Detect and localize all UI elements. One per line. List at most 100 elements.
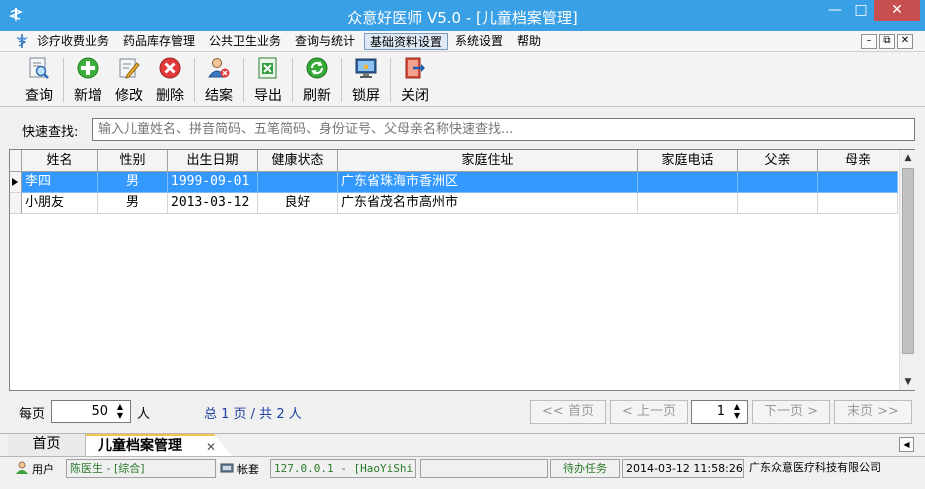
cell-home-phone[interactable] bbox=[638, 172, 738, 193]
cell-gender[interactable]: 男 bbox=[98, 172, 168, 193]
quick-search-input[interactable] bbox=[92, 118, 915, 141]
account-label: 帐套 bbox=[237, 463, 259, 476]
lock-screen-button[interactable]: 锁屏 bbox=[342, 56, 390, 106]
per-page-value[interactable]: 50 bbox=[91, 404, 108, 419]
toolbar: 查询 新增 修改 删除 结案 导出 刷新 锁屏 关闭 bbox=[0, 52, 925, 107]
grid-header: 姓名 性别 出生日期 健康状态 家庭住址 家庭电话 父亲 母亲 bbox=[10, 150, 898, 172]
delete-button[interactable]: 删除 bbox=[146, 56, 194, 106]
export-button[interactable]: 导出 bbox=[244, 56, 292, 106]
cell-mother[interactable] bbox=[818, 172, 898, 193]
quick-search-label: 快速查找: bbox=[22, 125, 79, 140]
refresh-button[interactable]: 刷新 bbox=[293, 56, 341, 106]
per-page-label: 每页 bbox=[19, 407, 46, 422]
pending-tasks-button[interactable]: 待办任务 bbox=[550, 459, 620, 478]
row-indicator[interactable] bbox=[10, 172, 22, 193]
close-window-button[interactable]: ✕ bbox=[874, 0, 920, 21]
exit-icon bbox=[405, 57, 425, 79]
menu-query-stats[interactable]: 查询与统计 bbox=[290, 33, 360, 50]
current-time: 2014-03-12 11:58:26 bbox=[622, 459, 744, 478]
query-label: 查询 bbox=[25, 88, 53, 104]
column-header-address[interactable]: 家庭住址 bbox=[338, 150, 638, 171]
per-page-stepper[interactable]: 50 ▲ ▼ bbox=[51, 400, 131, 423]
column-header-health-status[interactable]: 健康状态 bbox=[258, 150, 338, 171]
first-page-button[interactable]: << 首页 bbox=[530, 400, 606, 424]
page-number-value[interactable]: 1 bbox=[717, 404, 725, 419]
cell-address[interactable]: 广东省珠海市香洲区 bbox=[338, 172, 638, 193]
page-number-stepper[interactable]: 1 ▲ ▼ bbox=[691, 400, 748, 424]
company-name: 广东众意医疗科技有限公司 bbox=[749, 461, 881, 474]
cell-address[interactable]: 广东省茂名市高州市 bbox=[338, 193, 638, 214]
pager: 每页 50 ▲ ▼ 人 总 1 页 / 共 2 人 << 首页 < 上一页 1 ▲… bbox=[0, 391, 925, 433]
caduceus-icon bbox=[16, 34, 28, 48]
status-empty-field bbox=[420, 459, 548, 478]
column-header-gender[interactable]: 性别 bbox=[98, 150, 168, 171]
spin-arrows-icon[interactable]: ▲ ▼ bbox=[730, 402, 744, 422]
scroll-down-arrow-icon[interactable]: ▼ bbox=[900, 374, 916, 390]
table-row[interactable]: 小朋友 男 2013-03-12 良好 广东省茂名市高州市 bbox=[22, 193, 898, 214]
current-user: 陈医生 - [综合] bbox=[66, 459, 216, 478]
tab-home[interactable]: 首页 bbox=[8, 434, 86, 456]
maximize-button[interactable]: □ bbox=[848, 0, 874, 21]
export-label: 导出 bbox=[254, 88, 282, 104]
menu-system-settings[interactable]: 系统设置 bbox=[450, 33, 508, 50]
close-tab-button[interactable]: 关闭 bbox=[391, 56, 439, 106]
prev-page-button[interactable]: < 上一页 bbox=[610, 400, 688, 424]
page-summary: 总 1 页 / 共 2 人 bbox=[204, 407, 302, 422]
scroll-thumb[interactable] bbox=[902, 168, 914, 354]
mdi-minimize-button[interactable]: – bbox=[861, 34, 877, 49]
current-row-arrow-icon bbox=[12, 178, 18, 186]
children-records-grid: 姓名 性别 出生日期 健康状态 家庭住址 家庭电话 父亲 母亲 李四 男 199… bbox=[9, 149, 915, 391]
menu-clinic-billing[interactable]: 诊疗收费业务 bbox=[32, 33, 114, 50]
cell-birth-date[interactable]: 1999-09-01 bbox=[168, 172, 258, 193]
add-icon bbox=[77, 57, 99, 79]
menu-public-health[interactable]: 公共卫生业务 bbox=[204, 33, 286, 50]
refresh-label: 刷新 bbox=[303, 88, 331, 104]
edit-icon bbox=[119, 58, 140, 79]
delete-icon bbox=[159, 57, 181, 79]
column-header-mother[interactable]: 母亲 bbox=[818, 150, 898, 171]
refresh-icon bbox=[306, 57, 328, 79]
column-header-name[interactable]: 姓名 bbox=[22, 150, 98, 171]
cell-name[interactable]: 李四 bbox=[22, 172, 98, 193]
cell-father[interactable] bbox=[738, 193, 818, 214]
menu-help[interactable]: 帮助 bbox=[512, 33, 546, 50]
last-page-button[interactable]: 末页 >> bbox=[834, 400, 912, 424]
cell-health-status[interactable] bbox=[258, 172, 338, 193]
title-bar: 众意好医师 V5.0 - [儿童档案管理] — □ ✕ bbox=[0, 0, 925, 31]
cell-birth-date[interactable]: 2013-03-12 bbox=[168, 193, 258, 214]
row-indicator[interactable] bbox=[10, 193, 22, 214]
mdi-restore-button[interactable]: ⧉ bbox=[879, 34, 895, 49]
cell-father[interactable] bbox=[738, 172, 818, 193]
close-case-button[interactable]: 结案 bbox=[195, 56, 243, 106]
spin-arrows-icon[interactable]: ▲ ▼ bbox=[113, 402, 127, 422]
delete-label: 删除 bbox=[156, 88, 184, 104]
menu-basic-data[interactable]: 基础资料设置 bbox=[364, 33, 449, 50]
close-case-label: 结案 bbox=[205, 88, 233, 104]
cell-name[interactable]: 小朋友 bbox=[22, 193, 98, 214]
cell-health-status[interactable]: 良好 bbox=[258, 193, 338, 214]
close-all-tabs-icon[interactable]: ◀ bbox=[899, 437, 914, 452]
query-button[interactable]: 查询 bbox=[15, 56, 63, 106]
user-remove-icon bbox=[208, 58, 230, 78]
per-page-unit: 人 bbox=[137, 407, 151, 422]
column-header-father[interactable]: 父亲 bbox=[738, 150, 818, 171]
grid-vertical-scrollbar[interactable]: ▲ ▼ bbox=[899, 150, 915, 390]
cell-mother[interactable] bbox=[818, 193, 898, 214]
column-header-birth-date[interactable]: 出生日期 bbox=[168, 150, 258, 171]
monitor-lock-icon bbox=[355, 58, 377, 78]
tab-children-records[interactable]: 儿童档案管理 ✕ bbox=[86, 434, 232, 456]
scroll-up-arrow-icon[interactable]: ▲ bbox=[900, 150, 916, 166]
document-tab-bar: 首页 儿童档案管理 ✕ ◀ bbox=[0, 433, 925, 456]
user-icon bbox=[16, 461, 28, 474]
table-row[interactable]: 李四 男 1999-09-01 广东省珠海市香洲区 bbox=[22, 172, 898, 193]
tab-close-icon[interactable]: ✕ bbox=[206, 437, 216, 456]
database-icon bbox=[220, 463, 234, 473]
cell-home-phone[interactable] bbox=[638, 193, 738, 214]
menu-drug-inventory[interactable]: 药品库存管理 bbox=[118, 33, 200, 50]
next-page-button[interactable]: 下一页 > bbox=[752, 400, 830, 424]
minimize-button[interactable]: — bbox=[822, 0, 848, 21]
column-header-home-phone[interactable]: 家庭电话 bbox=[638, 150, 738, 171]
close-tab-label: 关闭 bbox=[401, 88, 429, 104]
mdi-close-button[interactable]: ✕ bbox=[897, 34, 913, 49]
cell-gender[interactable]: 男 bbox=[98, 193, 168, 214]
